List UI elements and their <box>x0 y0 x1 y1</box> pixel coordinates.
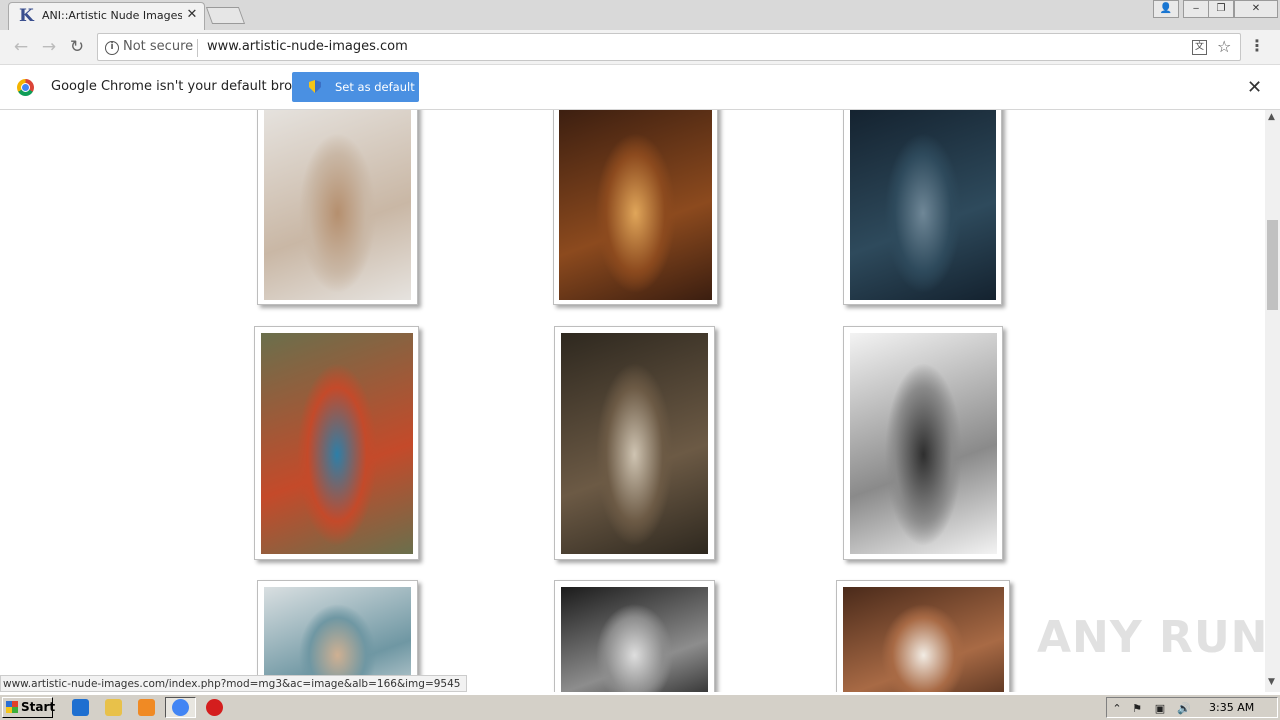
windows-taskbar: Start ⌃ ⚑ ▣ 🔊 3:35 AM <box>0 694 1280 720</box>
volume-icon[interactable]: 🔊 <box>1177 702 1191 715</box>
gallery-thumbnail[interactable] <box>254 326 419 560</box>
internet-explorer-icon[interactable] <box>72 699 89 716</box>
set-as-default-label: Set as default <box>335 80 415 94</box>
gallery-thumbnail[interactable] <box>257 110 418 305</box>
photo-row1-col2[interactable] <box>559 110 712 300</box>
shield-icon <box>309 80 321 93</box>
anyrun-watermark: ANY RUN <box>1037 612 1269 663</box>
tab-close-icon[interactable]: ✕ <box>185 8 199 22</box>
gallery-thumbnail[interactable] <box>843 326 1003 560</box>
scrollbar-thumb[interactable] <box>1267 220 1278 310</box>
photo-row3-col3[interactable] <box>843 587 1004 692</box>
browser-tab[interactable]: K ANI::Artistic Nude Images:: ✕ <box>8 2 205 30</box>
chrome-icon[interactable] <box>172 699 189 716</box>
back-icon[interactable]: ← <box>10 37 32 59</box>
system-tray: ⌃ ⚑ ▣ 🔊 3:35 AM <box>1106 697 1278 718</box>
site-favicon-icon: K <box>19 6 34 26</box>
opera-icon[interactable] <box>206 699 223 716</box>
network-icon[interactable]: ▣ <box>1153 702 1167 715</box>
taskbar-clock[interactable]: 3:35 AM <box>1209 701 1254 714</box>
forward-icon[interactable]: → <box>38 37 60 59</box>
status-bubble: www.artistic-nude-images.com/index.php?m… <box>0 675 468 692</box>
show-hidden-icons-icon[interactable]: ⌃ <box>1110 702 1124 715</box>
scroll-down-arrow-icon[interactable]: ▼ <box>1268 677 1275 687</box>
omnibox-divider <box>197 39 198 57</box>
gallery-thumbnail[interactable] <box>836 580 1010 692</box>
title-bar: K ANI::Artistic Nude Images:: ✕ 👤 ‒ ❐ ✕ <box>0 0 1280 30</box>
infobar-close-icon[interactable]: ✕ <box>1247 77 1262 98</box>
photo-row1-col1[interactable] <box>264 110 411 300</box>
infobar-message: Google Chrome isn't your default browser <box>51 79 323 94</box>
photo-row2-col1[interactable] <box>261 333 413 554</box>
user-icon[interactable]: 👤 <box>1153 0 1179 18</box>
start-button[interactable]: Start <box>2 697 56 718</box>
photo-row2-col2[interactable] <box>561 333 708 554</box>
minimize-button[interactable]: ‒ <box>1183 0 1209 18</box>
browser-toolbar: ← → ↻ i Not secure www.artistic-nude-ima… <box>0 30 1280 65</box>
close-window-button[interactable]: ✕ <box>1234 0 1278 18</box>
photo-row1-col3[interactable] <box>850 110 996 300</box>
gallery-thumbnail[interactable] <box>843 110 1002 305</box>
photo-row3-col2[interactable] <box>561 587 708 692</box>
chrome-logo-icon <box>17 79 34 96</box>
media-player-icon[interactable] <box>138 699 155 716</box>
file-explorer-icon[interactable] <box>105 699 122 716</box>
reload-icon[interactable]: ↻ <box>66 37 88 59</box>
scroll-up-arrow-icon[interactable]: ▲ <box>1268 112 1275 122</box>
translate-icon[interactable]: 文 <box>1192 40 1207 55</box>
new-tab-button[interactable] <box>205 7 246 24</box>
start-label: Start <box>21 700 56 714</box>
windows-logo-icon <box>6 701 18 713</box>
gallery-thumbnail[interactable] <box>554 326 715 560</box>
security-label[interactable]: Not secure <box>123 39 193 54</box>
gallery-thumbnail[interactable] <box>553 110 718 305</box>
info-icon[interactable]: i <box>105 41 119 55</box>
photo-row2-col3[interactable] <box>850 333 997 554</box>
tab-title: ANI::Artistic Nude Images:: <box>42 9 182 22</box>
url-text[interactable]: www.artistic-nude-images.com <box>207 39 408 54</box>
restore-button[interactable]: ❐ <box>1208 0 1234 18</box>
set-as-default-button[interactable]: Set as default <box>292 72 419 102</box>
default-browser-infobar: Google Chrome isn't your default browser… <box>0 65 1280 110</box>
page-scrollbar[interactable]: ▲ ▼ <box>1265 110 1280 692</box>
chrome-menu-icon[interactable]: ⋮ <box>1249 36 1265 55</box>
address-bar[interactable]: i Not secure www.artistic-nude-images.co… <box>97 33 1241 61</box>
gallery-thumbnail[interactable] <box>554 580 715 692</box>
bookmark-star-icon[interactable]: ☆ <box>1217 37 1231 56</box>
action-center-flag-icon[interactable]: ⚑ <box>1130 702 1144 715</box>
page-content <box>0 110 1265 692</box>
